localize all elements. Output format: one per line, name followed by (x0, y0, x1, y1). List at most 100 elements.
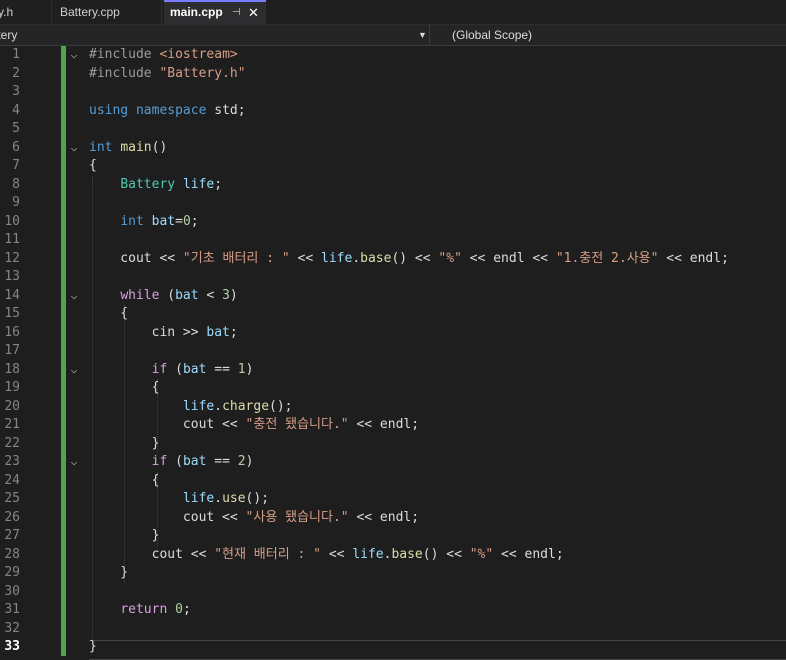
code-line[interactable]: life.charge(); (89, 398, 293, 416)
code-token: ; (214, 176, 223, 192)
code-line[interactable]: int bat=0; (89, 213, 199, 231)
line-number: 14 (4, 287, 20, 303)
code-line[interactable]: cout << "기초 배터리 : " << life.base() << "%… (89, 250, 729, 268)
code-line[interactable]: { (89, 472, 160, 490)
code-token: << endl; (348, 417, 420, 432)
code-token: 0 (182, 213, 191, 229)
code-line[interactable]: cout << "충전 됐습니다." << endl; (89, 416, 419, 434)
line-number: 17 (4, 343, 20, 358)
navigation-bar: ttery ▼ (Global Scope) (0, 25, 786, 46)
code-token: std; (214, 102, 246, 118)
code-token: namespace (135, 102, 215, 118)
line-number: 11 (4, 232, 20, 247)
tab-battery-cpp[interactable]: Battery.cpp (54, 0, 162, 24)
code-token: } (89, 639, 97, 654)
project-dropdown-value: ttery (0, 28, 18, 42)
code-line[interactable]: if (bat == 2) (89, 453, 254, 471)
code-token: () << (391, 250, 439, 266)
fold-chevron-icon[interactable]: ⌵ (68, 361, 80, 379)
code-line[interactable]: } (89, 638, 97, 656)
fold-chevron-icon[interactable]: ⌵ (68, 287, 80, 305)
code-token: = (175, 213, 183, 229)
line-number: 33 (4, 639, 20, 654)
code-token: charge (222, 398, 270, 414)
code-token: base (360, 250, 392, 266)
code-token: life (321, 250, 353, 266)
code-line[interactable]: } (89, 435, 160, 453)
code-line[interactable]: while (bat < 3) (89, 287, 237, 305)
fold-chevron-icon[interactable]: ⌵ (68, 139, 80, 157)
code-line[interactable]: cin >> bat; (89, 324, 238, 342)
code-line[interactable]: #include "Battery.h" (89, 65, 246, 83)
code-token: << endl; (348, 509, 420, 525)
code-token: "사용 됐습니다." (245, 509, 349, 525)
line-number: 25 (4, 491, 20, 506)
tab-bar: y.h Battery.cpp main.cpp ⊣ ✕ (0, 0, 786, 25)
line-number: 24 (4, 472, 20, 488)
tab-battery-h[interactable]: y.h (0, 0, 52, 24)
code-token: return (120, 602, 176, 617)
code-line[interactable]: life.use(); (89, 490, 269, 508)
line-number: 30 (4, 583, 20, 599)
code-line[interactable]: { (89, 379, 160, 397)
code-token: . (352, 250, 361, 266)
code-line[interactable]: return 0; (89, 601, 191, 619)
code-token: () (151, 139, 168, 155)
code-token: . (214, 398, 223, 414)
fold-chevron-icon[interactable]: ⌵ (68, 453, 80, 471)
line-number: 28 (4, 546, 20, 562)
code-token: use (222, 491, 246, 506)
dropdown-arrow-icon[interactable]: ▼ (418, 25, 427, 45)
code-line[interactable]: int main() (89, 139, 167, 157)
code-token: if (151, 454, 176, 469)
code-editor[interactable]: 1 2 3 4 5 6 7 8 9 10 11 12 13 14 15 16 17 18 19 20 21 22 23 24 2… (0, 46, 786, 660)
line-number: 3 (12, 84, 20, 99)
code-line[interactable]: { (89, 157, 97, 175)
close-icon[interactable]: ✕ (248, 2, 259, 23)
code-token: { (89, 306, 129, 321)
code-token: bat (182, 361, 207, 377)
code-token: using (89, 102, 136, 118)
code-token: ; (182, 602, 191, 617)
code-token: << endl; (493, 546, 564, 562)
line-number: 20 (4, 398, 20, 414)
code-token: "기초 배터리 : " (182, 250, 290, 266)
code-token: "%" (438, 250, 462, 266)
code-token: () << (422, 546, 470, 562)
code-token: == (206, 454, 238, 469)
tab-label: y.h (0, 5, 14, 19)
line-number: 21 (4, 417, 20, 432)
code-token: "%" (469, 546, 494, 562)
line-number: 1 (12, 47, 20, 62)
pin-icon[interactable]: ⊣ (232, 2, 241, 23)
code-line[interactable]: using namespace std; (89, 102, 246, 120)
tab-label: main.cpp (170, 5, 223, 19)
code-token: ; (229, 324, 238, 340)
code-token: if (151, 361, 176, 377)
code-area[interactable]: #include <iostream> #include "Battery.h" u… (89, 46, 786, 656)
code-token: ( (175, 361, 183, 377)
tab-label: Battery.cpp (60, 5, 120, 19)
code-token: "1.충전 2.사용" (555, 250, 659, 266)
code-line[interactable]: { (89, 305, 128, 323)
code-line[interactable]: if (bat == 1) (89, 361, 254, 379)
code-line[interactable]: } (89, 564, 128, 582)
line-number: 22 (4, 435, 20, 451)
code-token: 2 (237, 454, 246, 469)
code-token: life (182, 491, 215, 506)
code-line[interactable]: Battery life; (89, 176, 222, 194)
code-line[interactable]: cout << "현재 배터리 : " << life.base() << "%… (89, 546, 564, 564)
code-line[interactable]: cout << "사용 됐습니다." << endl; (89, 509, 419, 527)
fold-chevron-icon[interactable]: ⌵ (68, 46, 80, 64)
tab-main-cpp[interactable]: main.cpp ⊣ ✕ (164, 0, 266, 24)
code-token: 0 (175, 602, 183, 617)
code-token: ; (190, 213, 199, 229)
code-token: } (89, 565, 129, 580)
scope-dropdown-value: (Global Scope) (452, 28, 533, 42)
scope-dropdown[interactable]: (Global Scope) (431, 25, 786, 45)
code-line[interactable]: #include <iostream> (89, 46, 238, 64)
code-line[interactable]: } (89, 527, 160, 545)
project-dropdown[interactable]: ttery ▼ (0, 25, 430, 45)
line-number: 10 (4, 213, 20, 229)
